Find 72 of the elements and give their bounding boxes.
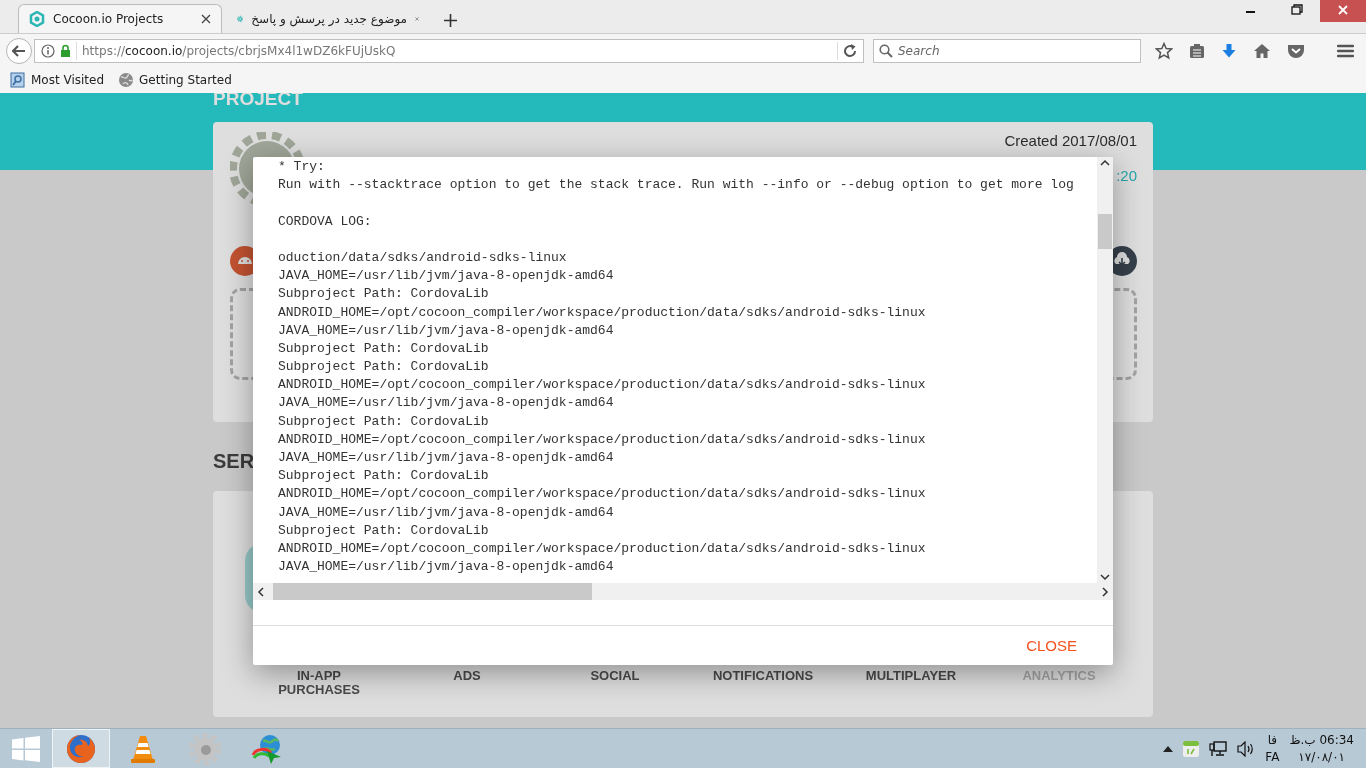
browser-tab[interactable]: Cocoon.io Projects [18, 4, 222, 33]
service-label[interactable]: SOCIAL [572, 669, 658, 683]
new-tab-icon[interactable] [444, 14, 457, 27]
service-label[interactable]: IN-APP PURCHASES [245, 669, 393, 697]
vertical-scrollbar[interactable] [1097, 157, 1113, 583]
log-line: JAVA_HOME=/usr/lib/jvm/java-8-openjdk-amd64 [278, 321, 615, 340]
address-field[interactable]: https://cocoon.io/projects/cbrjsMx4l1wDZ6kFUjUskQ [34, 38, 864, 63]
log-line: ANDROID_HOME=/opt/cocoon_compiler/workspace/production/data/sdks/android-sdks-linux [278, 376, 927, 395]
log-line: Run with --stacktrace option to get the stack trace. Run with --info or --debug option to get more log [278, 176, 1075, 195]
log-line: JAVA_HOME=/usr/lib/jvm/java-8-openjdk-amd64 [278, 267, 615, 286]
log-line: * Try: [278, 158, 326, 176]
language-text: فا [1267, 731, 1278, 749]
padlock-icon [60, 44, 71, 57]
search-icon [879, 43, 893, 58]
log-line: Subproject Path: CordovaLib [278, 358, 490, 377]
speaker-icon[interactable] [1237, 740, 1256, 757]
service-label[interactable]: MULTIPLAYER [847, 669, 975, 683]
bookmark-folder-icon [10, 72, 26, 88]
globe-icon [118, 72, 135, 88]
log-line: ANDROID_HOME=/opt/cocoon_compiler/workspace/production/data/sdks/android-sdks-linux [278, 485, 927, 504]
download-icon[interactable] [1221, 42, 1237, 59]
horizontal-scrollbar[interactable] [253, 583, 1113, 600]
log-line: JAVA_HOME=/usr/lib/jvm/java-8-openjdk-amd64 [278, 394, 615, 413]
close-button[interactable]: CLOSE [1020, 631, 1083, 660]
log-line: CORDOVA LOG: [278, 212, 373, 231]
network-icon[interactable] [1209, 740, 1228, 757]
log-line: ANDROID_HOME=/opt/cocoon_compiler/workspace/production/data/sdks/android-sdks-linux [278, 539, 927, 558]
bookmark-link[interactable]: Most Visited [31, 73, 105, 87]
log-line: JAVA_HOME=/usr/lib/jvm/java-8-openjdk-amd64 [278, 503, 615, 522]
log-line: JAVA_HOME=/usr/lib/jvm/java-8-openjdk-amd64 [278, 449, 615, 467]
clock[interactable]: 06:34 ب.ظ ۱۷/۰۸/۰۱ [1289, 731, 1354, 766]
firefox-icon[interactable] [65, 732, 97, 765]
scroll-left-icon[interactable] [257, 586, 264, 597]
reading-list-icon[interactable] [1189, 42, 1205, 59]
url-text: https://cocoon.io/projects/cbrjsMx4l1wDZ6kFUjUskQ [82, 43, 397, 58]
clock-time: 06:34 ب.ظ [1289, 731, 1354, 749]
log-line: ANDROID_HOME=/opt/cocoon_compiler/workspace/production/data/sdks/android-sdks-linux [278, 303, 927, 322]
star-icon[interactable] [1155, 41, 1173, 60]
scrollbar-thumb[interactable] [1098, 214, 1112, 249]
log-line: Subproject Path: CordovaLib [278, 521, 490, 540]
tray-up-caret-icon[interactable] [1163, 745, 1174, 752]
time-text: :20 [1116, 167, 1137, 184]
menu-icon[interactable] [1337, 43, 1354, 58]
scroll-down-icon[interactable] [1100, 574, 1110, 581]
bookmark-link[interactable]: Getting Started [139, 73, 232, 87]
created-date: Created 2017/08/01 [1004, 132, 1137, 149]
browser-tab[interactable]: موضوع جدید در پرسش و پاسخ [226, 4, 430, 33]
language-code: FA [1265, 748, 1280, 766]
service-label[interactable]: NOTIFICATIONS [694, 669, 832, 683]
service-label[interactable]: ADS [435, 669, 499, 683]
scrollbar-thumb[interactable] [273, 583, 592, 600]
info-icon [41, 43, 55, 58]
back-button[interactable] [6, 37, 32, 64]
scroll-right-icon[interactable] [1102, 586, 1109, 597]
back-arrow-icon [12, 44, 26, 57]
section-title: SER [213, 450, 255, 474]
windows-start-icon[interactable] [12, 735, 40, 762]
search-field[interactable]: Search [873, 38, 1141, 63]
log-line: ANDROID_HOME=/opt/cocoon_compiler/workspace/production/data/sdks/android-sdks-linux [278, 430, 927, 449]
log-line: JAVA_HOME=/usr/lib/jvm/java-8-openjdk-amd64 [278, 558, 615, 577]
reload-icon[interactable] [843, 43, 857, 58]
log-line: oduction/data/sdks/android-sdks-linux [278, 248, 568, 267]
clock-date: ۱۷/۰۸/۰۱ [1298, 748, 1346, 766]
log-line: Subproject Path: CordovaLib [278, 467, 490, 486]
hexagon-logo-icon [29, 11, 45, 27]
scroll-up-icon[interactable] [1100, 159, 1110, 166]
log-line: Subproject Path: CordovaLib [278, 285, 490, 304]
close-icon[interactable] [201, 14, 211, 24]
pocket-icon[interactable] [1287, 42, 1305, 59]
home-icon[interactable] [1253, 42, 1271, 59]
log-line: Subproject Path: CordovaLib [278, 412, 490, 431]
log-line: Subproject Path: CordovaLib [278, 339, 490, 358]
